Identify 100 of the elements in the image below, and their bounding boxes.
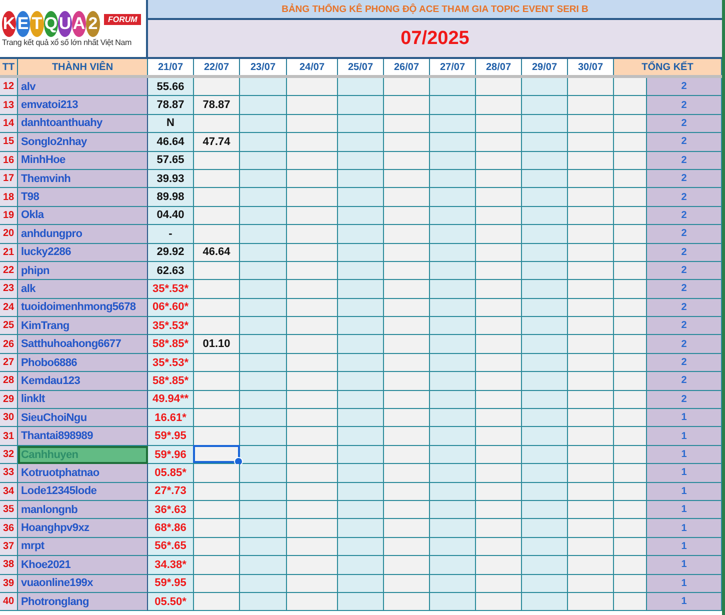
row-number: 28	[0, 372, 18, 391]
total-cell: 1	[647, 574, 722, 593]
table-cell[interactable]	[194, 170, 240, 188]
total-cell: 1	[647, 409, 722, 428]
table-cell: N	[148, 114, 194, 134]
table-cell[interactable]	[194, 188, 240, 207]
row-number: 25	[0, 317, 18, 336]
table-cell[interactable]	[194, 556, 240, 575]
table-cell[interactable]	[194, 500, 240, 520]
table-cell[interactable]	[194, 372, 240, 391]
member-cell[interactable]: vuaonline199x	[18, 574, 148, 593]
table-cell[interactable]	[194, 464, 240, 483]
member-cell[interactable]: KimTrang	[18, 317, 148, 336]
table-cell[interactable]	[194, 78, 240, 96]
table-cell[interactable]: 01.10	[194, 335, 240, 354]
table-cell[interactable]	[194, 409, 240, 428]
member-cell[interactable]: danhtoanthuahy	[18, 114, 148, 134]
table-cell[interactable]	[194, 206, 240, 226]
total-cell: 2	[647, 188, 722, 207]
total-cell: 2	[647, 317, 722, 336]
row-number: 14	[0, 114, 18, 134]
member-cell[interactable]: Hoanghpv9xz	[18, 519, 148, 538]
logo-tagline: Trang kết quả xổ số lớn nhất Việt Nam	[2, 38, 132, 46]
table-cell[interactable]	[194, 427, 240, 446]
table-cell: 49.94**	[148, 390, 194, 410]
total-cell: 2	[647, 78, 722, 96]
row-number: 29	[0, 390, 18, 410]
table-cell[interactable]	[194, 152, 240, 170]
member-cell[interactable]: emvatoi213	[18, 96, 148, 115]
member-cell[interactable]: anhdungpro	[18, 225, 148, 244]
member-cell[interactable]: Okla	[18, 206, 148, 226]
column-header: TT	[0, 59, 18, 75]
row-number: 20	[0, 225, 18, 244]
row-number: 34	[0, 482, 18, 501]
row-number: 30	[0, 409, 18, 428]
member-cell[interactable]: Songlo2nhay	[18, 133, 148, 152]
member-cell[interactable]: Lode12345lode	[18, 482, 148, 501]
total-cell: 1	[647, 446, 722, 464]
forum-badge: FORUM	[104, 14, 142, 24]
row-number: 39	[0, 574, 18, 593]
table-cell[interactable]	[194, 262, 240, 280]
member-cell[interactable]: manlongnb	[18, 500, 148, 520]
member-cell[interactable]: Satthuhoahong6677	[18, 335, 148, 354]
table-cell[interactable]	[194, 298, 240, 318]
member-cell[interactable]: alk	[18, 280, 148, 299]
table-cell[interactable]	[194, 592, 240, 612]
table-cell[interactable]	[194, 390, 240, 410]
member-cell[interactable]: Phobo6886	[18, 354, 148, 372]
member-cell[interactable]: linklt	[18, 390, 148, 410]
row-number: 33	[0, 464, 18, 483]
table-cell: 62.63	[148, 262, 194, 280]
member-cell[interactable]: Khoe2021	[18, 556, 148, 575]
table-cell[interactable]	[194, 482, 240, 501]
table-cell[interactable]: 46.64	[194, 244, 240, 262]
member-cell[interactable]: MinhHoe	[18, 152, 148, 170]
total-cell: 2	[647, 225, 722, 244]
column-header: TỔNG KẾT	[614, 59, 722, 75]
member-cell[interactable]: Photronglang	[18, 592, 148, 612]
total-cell: 1	[647, 482, 722, 501]
member-cell[interactable]: Kotruotphatnao	[18, 464, 148, 483]
table-cell[interactable]	[194, 114, 240, 134]
member-cell[interactable]: tuoidoimenhmong5678	[18, 298, 148, 318]
table-cell[interactable]	[194, 280, 240, 299]
table-cell: -	[148, 225, 194, 244]
member-cell[interactable]: SieuChoiNgu	[18, 409, 148, 428]
row-number: 18	[0, 188, 18, 207]
member-cell[interactable]: lucky2286	[18, 244, 148, 262]
table-cell: 35*.53*	[148, 317, 194, 336]
table-cell[interactable]	[194, 317, 240, 336]
table-cell[interactable]	[194, 519, 240, 538]
row-number: 37	[0, 538, 18, 556]
table-cell[interactable]	[194, 354, 240, 372]
table-cell: 36*.63	[148, 500, 194, 520]
table-cell[interactable]	[194, 538, 240, 556]
total-cell: 2	[647, 96, 722, 115]
table-cell: 29.92	[148, 244, 194, 262]
member-cell[interactable]: T98	[18, 188, 148, 207]
row-number: 27	[0, 354, 18, 372]
table-cell[interactable]	[194, 446, 240, 464]
table-cell: 16.61*	[148, 409, 194, 428]
table-cell: 89.98	[148, 188, 194, 207]
table-cell[interactable]	[194, 574, 240, 593]
total-cell: 1	[647, 538, 722, 556]
member-cell[interactable]: Kemdau123	[18, 372, 148, 391]
table-cell[interactable]: 47.74	[194, 133, 240, 152]
member-cell[interactable]: Themvinh	[18, 170, 148, 188]
member-cell[interactable]: phipn	[18, 262, 148, 280]
member-cell[interactable]: mrpt	[18, 538, 148, 556]
member-cell[interactable]: Thantai898989	[18, 427, 148, 446]
table-cell[interactable]	[194, 225, 240, 244]
column-header: THÀNH VIÊN	[18, 59, 148, 75]
table-cell: 06*.60*	[148, 298, 194, 318]
table-cell: 39.93	[148, 170, 194, 188]
total-cell: 1	[647, 592, 722, 612]
table-cell[interactable]: 78.87	[194, 96, 240, 115]
table-cell: 04.40	[148, 206, 194, 226]
member-cell[interactable]: alv	[18, 78, 148, 96]
table-cell: 57.65	[148, 152, 194, 170]
table-cell: 78.87	[148, 96, 194, 115]
table-cell: 56*.65	[148, 538, 194, 556]
